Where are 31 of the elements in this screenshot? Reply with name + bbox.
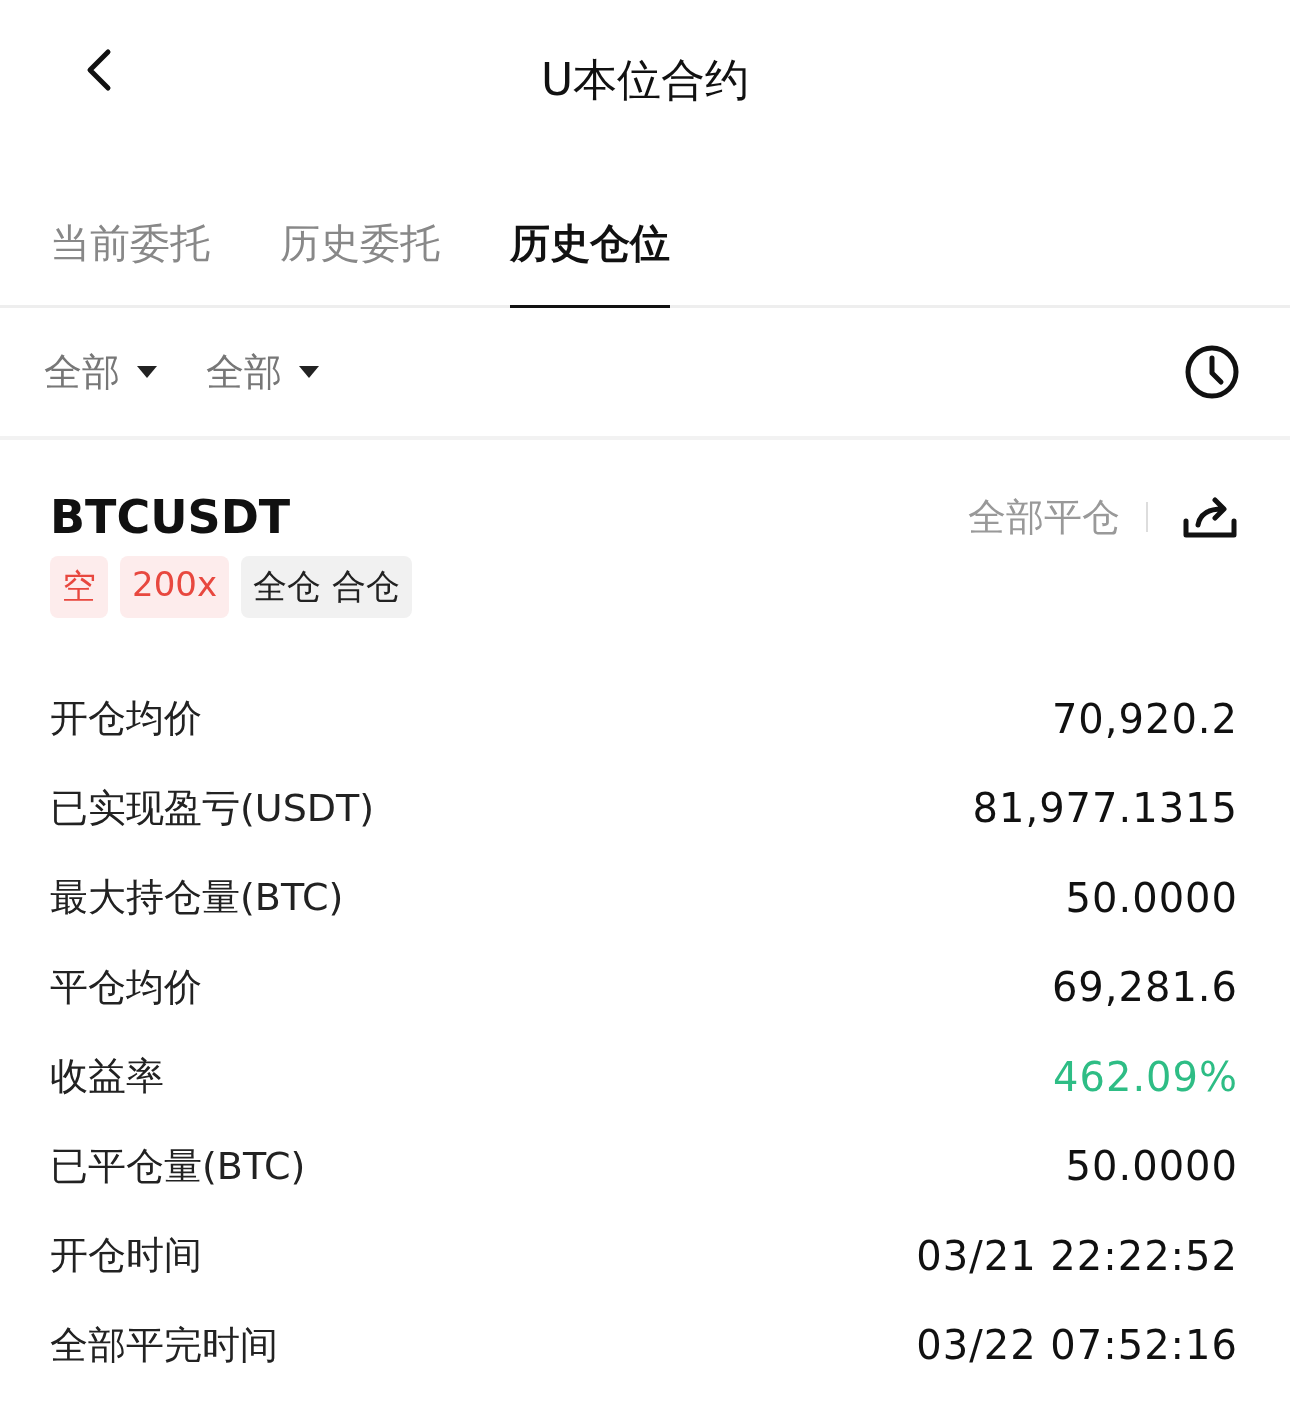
field-label: 全部平完时间 — [50, 1321, 278, 1369]
clock-icon[interactable] — [1184, 344, 1240, 400]
field-value: 50.0000 — [1065, 874, 1238, 921]
filter-dropdown[interactable]: 全部 — [206, 346, 320, 398]
page-title: U本位合约 — [540, 52, 750, 107]
tag: 空 — [50, 556, 108, 618]
tab[interactable]: 当前委托 — [50, 216, 210, 308]
caret-icon — [298, 365, 320, 379]
tab[interactable]: 历史委托 — [280, 216, 440, 308]
field-value: 70,920.2 — [1051, 695, 1238, 742]
field-label: 已实现盈亏(USDT) — [50, 784, 375, 832]
tag: 200x — [120, 556, 230, 618]
close-all-button[interactable]: 全部平仓 — [968, 491, 1120, 543]
share-icon[interactable] — [1182, 495, 1238, 539]
symbol: BTCUSDT — [50, 490, 291, 544]
field-value: 03/21 22:22:52 — [916, 1232, 1238, 1279]
tag: 全仓 合仓 — [241, 556, 412, 618]
field-label: 平仓均价 — [50, 963, 202, 1011]
tab[interactable]: 历史仓位 — [510, 216, 670, 308]
field-value: 81,977.1315 — [972, 785, 1238, 832]
field-label: 最大持仓量(BTC) — [50, 874, 344, 922]
field-value: 69,281.6 — [1051, 964, 1238, 1011]
caret-icon — [136, 365, 158, 379]
field-label: 收益率 — [50, 1053, 164, 1101]
field-value: 462.09% — [1053, 1053, 1238, 1100]
filter-dropdown[interactable]: 全部 — [44, 346, 158, 398]
field-label: 已平仓量(BTC) — [50, 1142, 306, 1190]
field-value: 03/22 07:52:16 — [916, 1322, 1238, 1369]
field-label: 开仓均价 — [50, 695, 202, 743]
field-label: 开仓时间 — [50, 1232, 202, 1280]
field-value: 50.0000 — [1065, 1143, 1238, 1190]
